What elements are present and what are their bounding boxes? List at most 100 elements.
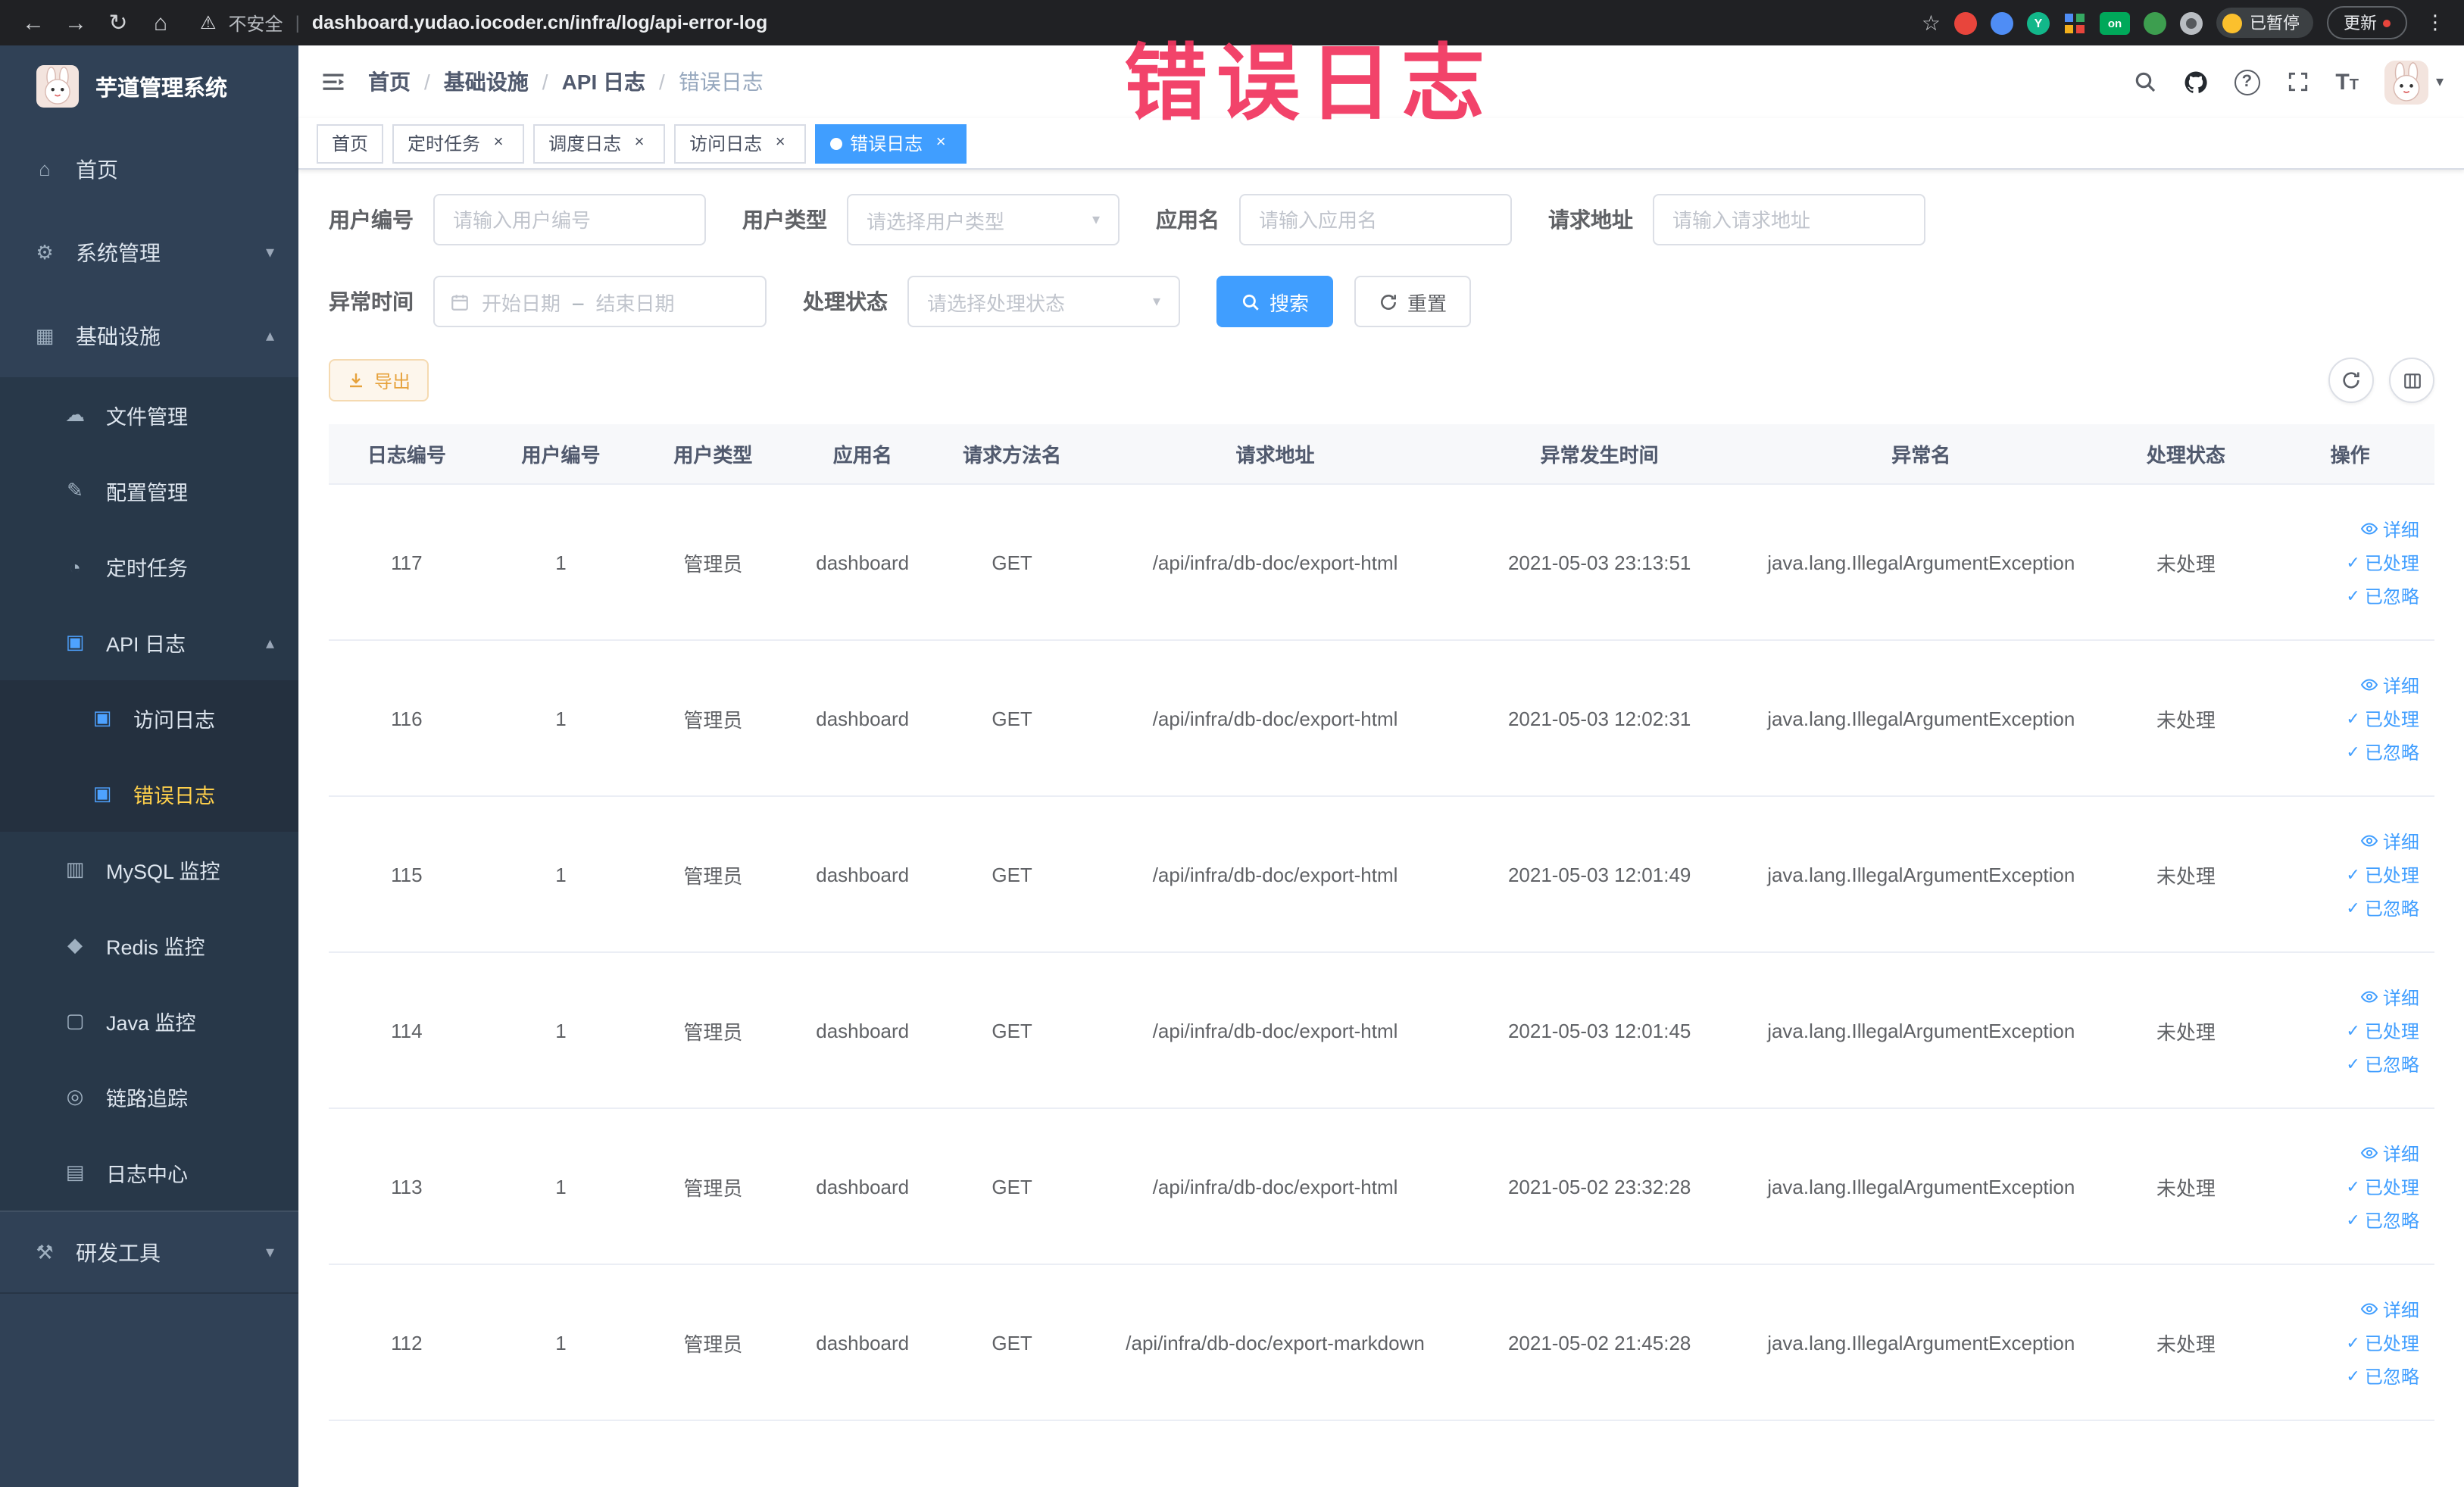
cell-request-url: /api/infra/db-doc/export-html xyxy=(1152,1019,1398,1042)
screen: ← → ↻ ⌂ ⚠ 不安全 | dashboard.yudao.iocoder.… xyxy=(0,0,2464,1487)
table-row: 115 1 管理员 dashboard GET /api/infra/db-do… xyxy=(329,797,2434,953)
extension-icon-y[interactable]: Y xyxy=(2027,11,2050,34)
mark-processed-link[interactable]: ✓ 已处理 xyxy=(2346,705,2419,731)
mark-processed-link[interactable]: ✓ 已处理 xyxy=(2346,1173,2419,1199)
breadcrumb-home[interactable]: 首页 xyxy=(368,67,411,97)
tab-access-log[interactable]: 访问日志 × xyxy=(674,123,807,163)
sidebar-item-dev-tools[interactable]: ⚒ 研发工具 ▾ xyxy=(0,1211,298,1294)
bookmark-star-icon[interactable]: ☆ xyxy=(1922,10,1941,36)
detail-link[interactable]: 详细 xyxy=(2360,984,2419,1010)
user-type-select[interactable]: 请选择用户类型 ▾ xyxy=(847,194,1120,245)
sidebar-item-infrastructure[interactable]: ▦ 基础设施 ▴ xyxy=(0,294,298,377)
github-icon[interactable] xyxy=(2182,69,2208,95)
tab-error-log[interactable]: 错误日志 × xyxy=(815,123,967,163)
cell-log-id: 117 xyxy=(391,551,423,573)
cell-status: 未处理 xyxy=(2156,552,2216,575)
divider: | xyxy=(295,12,300,33)
mark-processed-link[interactable]: ✓ 已处理 xyxy=(2346,549,2419,575)
sidebar-item-system-management[interactable]: ⚙ 系统管理 ▾ xyxy=(0,211,298,294)
close-icon[interactable]: × xyxy=(770,133,791,154)
browser-menu-icon[interactable]: ⋮ xyxy=(2421,11,2450,35)
back-button[interactable]: ← xyxy=(15,10,52,36)
extension-icon-on[interactable]: on xyxy=(2100,11,2130,34)
home-button[interactable]: ⌂ xyxy=(142,10,179,36)
close-icon[interactable]: × xyxy=(488,133,509,154)
breadcrumb-api-logs[interactable]: API 日志 xyxy=(562,67,645,97)
mark-processed-link[interactable]: ✓ 已处理 xyxy=(2346,1017,2419,1043)
sidebar-item-home[interactable]: ⌂ 首页 xyxy=(0,127,298,211)
timer-icon: ◔ xyxy=(69,555,81,578)
table-row: 114 1 管理员 dashboard GET /api/infra/db-do… xyxy=(329,953,2434,1109)
font-size-icon[interactable]: TT xyxy=(2335,69,2359,95)
extension-icon-green[interactable] xyxy=(2144,11,2166,34)
mark-ignored-link[interactable]: ✓ 已忽略 xyxy=(2346,1051,2419,1076)
tab-dispatch-log[interactable]: 调度日志 × xyxy=(533,123,666,163)
search-button[interactable]: 搜索 xyxy=(1216,276,1334,327)
cell-app-name: dashboard xyxy=(816,707,910,729)
extension-icon-paw[interactable] xyxy=(2180,11,2203,34)
eye-icon xyxy=(2360,523,2378,535)
detail-link[interactable]: 详细 xyxy=(2360,516,2419,542)
chevron-up-icon: ▴ xyxy=(265,634,274,652)
detail-link[interactable]: 详细 xyxy=(2360,828,2419,854)
detail-link[interactable]: 详细 xyxy=(2360,1140,2419,1166)
cell-request-url: /api/infra/db-doc/export-html xyxy=(1152,707,1398,729)
refresh-button[interactable] xyxy=(2328,358,2374,403)
fullscreen-icon[interactable] xyxy=(2285,70,2309,94)
cell-request-url: /api/infra/db-doc/export-html xyxy=(1152,551,1398,573)
sidebar-item-file-management[interactable]: ☁ 文件管理 xyxy=(0,377,298,453)
help-icon[interactable]: ? xyxy=(2234,69,2260,95)
request-url-input[interactable] xyxy=(1653,194,1925,245)
cell-user-id: 1 xyxy=(555,551,567,573)
eye-icon: ◎ xyxy=(66,1085,84,1107)
extension-icon-red[interactable] xyxy=(1954,11,1977,34)
sidebar-item-tracing[interactable]: ◎ 链路追踪 xyxy=(0,1059,298,1135)
exception-time-range-picker[interactable]: 开始日期 – 结束日期 xyxy=(433,276,767,327)
sidebar-item-java-monitor[interactable]: ▢ Java 监控 xyxy=(0,983,298,1059)
mark-ignored-link[interactable]: ✓ 已忽略 xyxy=(2346,895,2419,920)
sidebar-item-access-log[interactable]: ▣ 访问日志 xyxy=(0,680,298,756)
sidebar-item-mysql-monitor[interactable]: ▥ MySQL 监控 xyxy=(0,832,298,908)
cell-actions: 详细 ✓ 已处理 ✓ 已忽略 xyxy=(2266,1296,2434,1389)
sidebar-item-redis-monitor[interactable]: ◆ Redis 监控 xyxy=(0,908,298,983)
app-name-input[interactable] xyxy=(1239,194,1512,245)
update-button[interactable]: 更新 xyxy=(2327,6,2407,39)
breadcrumb-infrastructure[interactable]: 基础设施 xyxy=(444,67,529,97)
column-settings-button[interactable] xyxy=(2389,358,2434,403)
mark-ignored-link[interactable]: ✓ 已忽略 xyxy=(2346,583,2419,608)
close-icon[interactable]: × xyxy=(629,133,650,154)
extension-icon-blue[interactable] xyxy=(1991,11,2013,34)
user-menu[interactable]: ▾ xyxy=(2384,60,2444,104)
range-separator: – xyxy=(573,290,584,313)
sidebar-item-error-log[interactable]: ▣ 错误日志 xyxy=(0,756,298,832)
check-icon: ✓ xyxy=(2346,1334,2360,1352)
hamburger-icon[interactable] xyxy=(320,68,347,95)
sidebar-item-api-logs[interactable]: ▣ API 日志 ▴ xyxy=(0,604,298,680)
process-status-select[interactable]: 请选择处理状态 ▾ xyxy=(907,276,1180,327)
cell-app-name: dashboard xyxy=(816,551,910,573)
reload-button[interactable]: ↻ xyxy=(100,9,136,36)
main-area: 首页 / 基础设施 / API 日志 / 错误日志 ? TT ▾ 首页 定时任务… xyxy=(298,45,2464,1487)
paused-badge[interactable]: 已暂停 xyxy=(2216,8,2313,38)
user-id-input[interactable] xyxy=(433,194,706,245)
search-icon[interactable] xyxy=(2132,70,2156,94)
tab-scheduled-jobs[interactable]: 定时任务 × xyxy=(392,123,525,163)
mark-processed-link[interactable]: ✓ 已处理 xyxy=(2346,1329,2419,1355)
detail-link[interactable]: 详细 xyxy=(2360,672,2419,698)
logo[interactable]: 芋道管理系统 xyxy=(0,45,298,127)
mark-ignored-link[interactable]: ✓ 已忽略 xyxy=(2346,1207,2419,1232)
detail-link[interactable]: 详细 xyxy=(2360,1296,2419,1322)
reset-button[interactable]: 重置 xyxy=(1354,276,1472,327)
sidebar-item-scheduled-jobs[interactable]: ◔ 定时任务 xyxy=(0,529,298,604)
sidebar-item-log-center[interactable]: ▤ 日志中心 xyxy=(0,1135,298,1211)
close-icon[interactable]: × xyxy=(930,133,951,154)
export-button[interactable]: 导出 xyxy=(329,359,429,401)
mark-processed-link[interactable]: ✓ 已处理 xyxy=(2346,861,2419,887)
sidebar-item-config-management[interactable]: ✎ 配置管理 xyxy=(0,453,298,529)
forward-button[interactable]: → xyxy=(58,10,94,36)
mark-ignored-link[interactable]: ✓ 已忽略 xyxy=(2346,739,2419,764)
address-bar[interactable]: ⚠ 不安全 | dashboard.yudao.iocoder.cn/infra… xyxy=(200,10,1900,36)
tab-home[interactable]: 首页 xyxy=(317,123,384,163)
extension-icon-grid[interactable] xyxy=(2063,11,2086,34)
mark-ignored-link[interactable]: ✓ 已忽略 xyxy=(2346,1363,2419,1389)
